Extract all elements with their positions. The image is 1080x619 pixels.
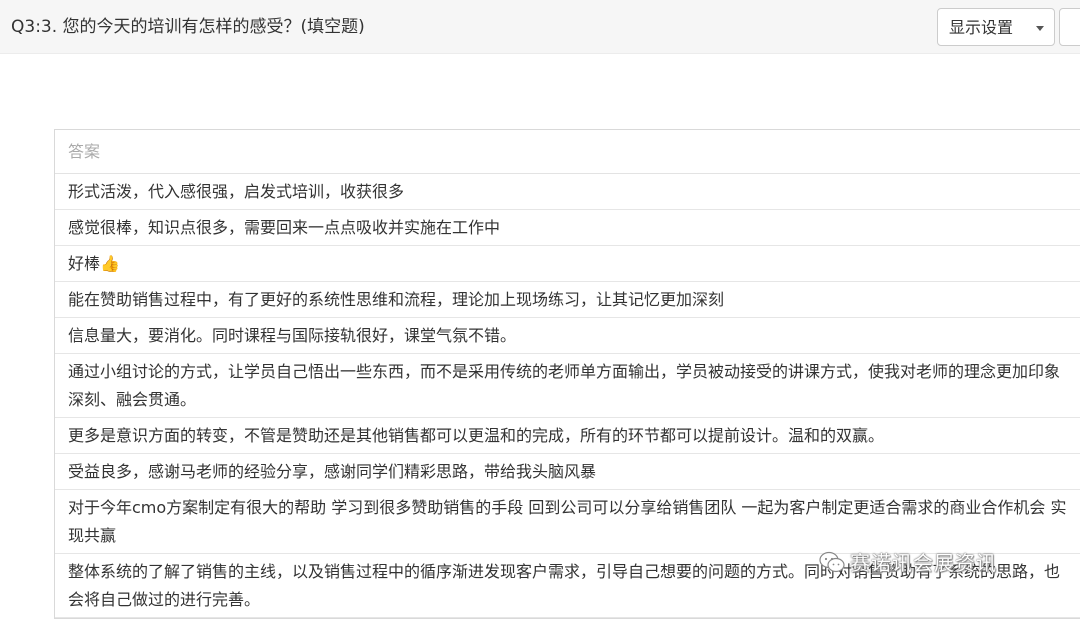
caret-down-icon: [1036, 26, 1044, 31]
answer-text: 形式活泼，代入感很强，启发式培训，收获很多: [68, 182, 405, 201]
table-row: 感觉很棒，知识点很多，需要回来一点点吸收并实施在工作中: [55, 210, 1080, 246]
table-row: 信息量大，要消化。同时课程与国际接轨很好，课堂气氛不错。: [55, 318, 1080, 354]
table-row: 对于今年cmo方案制定有很大的帮助 学习到很多赞助销售的手段 回到公司可以分享给…: [55, 490, 1080, 554]
table-row: 受益良多，感谢马老师的经验分享，感谢同学们精彩思路，带给我头脑风暴: [55, 454, 1080, 490]
question-title: Q3:3. 您的今天的培训有怎样的感受？(填空题): [11, 17, 365, 37]
table-row: 形式活泼，代入感很强，启发式培训，收获很多: [55, 174, 1080, 210]
table-header-answer: 答案: [55, 130, 1080, 174]
answer-text: 能在赞助销售过程中，有了更好的系统性思维和流程，理论加上现场练习，让其记忆更加深…: [68, 290, 725, 309]
answer-text: 更多是意识方面的转变，不管是赞助还是其他销售都可以更温和的完成，所有的环节都可以…: [68, 426, 885, 445]
answers-table: 答案 形式活泼，代入感很强，启发式培训，收获很多 感觉很棒，知识点很多，需要回来…: [54, 129, 1080, 619]
toolbar-extra-button[interactable]: [1059, 8, 1080, 46]
answer-text: 受益良多，感谢马老师的经验分享，感谢同学们精彩思路，带给我头脑风暴: [68, 462, 597, 481]
watermark-text: 赛诺讯会展资讯: [850, 551, 997, 575]
display-settings-dropdown[interactable]: 显示设置: [937, 8, 1055, 46]
answer-text: 通过小组讨论的方式，让学员自己悟出一些东西，而不是采用传统的老师单方面输出，学员…: [68, 362, 1061, 409]
table-row: 好棒👍: [55, 246, 1080, 282]
table-row: 更多是意识方面的转变，不管是赞助还是其他销售都可以更温和的完成，所有的环节都可以…: [55, 418, 1080, 454]
table-row: 通过小组讨论的方式，让学员自己悟出一些东西，而不是采用传统的老师单方面输出，学员…: [55, 354, 1080, 418]
answer-text: 好棒👍: [68, 254, 120, 273]
answer-text: 感觉很棒，知识点很多，需要回来一点点吸收并实施在工作中: [68, 218, 501, 237]
display-settings-label: 显示设置: [949, 18, 1014, 37]
answer-text: 信息量大，要消化。同时课程与国际接轨很好，课堂气氛不错。: [68, 326, 517, 345]
table-row: 能在赞助销售过程中，有了更好的系统性思维和流程，理论加上现场练习，让其记忆更加深…: [55, 282, 1080, 318]
answer-text: 对于今年cmo方案制定有很大的帮助 学习到很多赞助销售的手段 回到公司可以分享给…: [68, 498, 1067, 545]
wechat-icon: [819, 551, 845, 573]
question-header: Q3:3. 您的今天的培训有怎样的感受？(填空题) 显示设置: [0, 0, 1080, 54]
